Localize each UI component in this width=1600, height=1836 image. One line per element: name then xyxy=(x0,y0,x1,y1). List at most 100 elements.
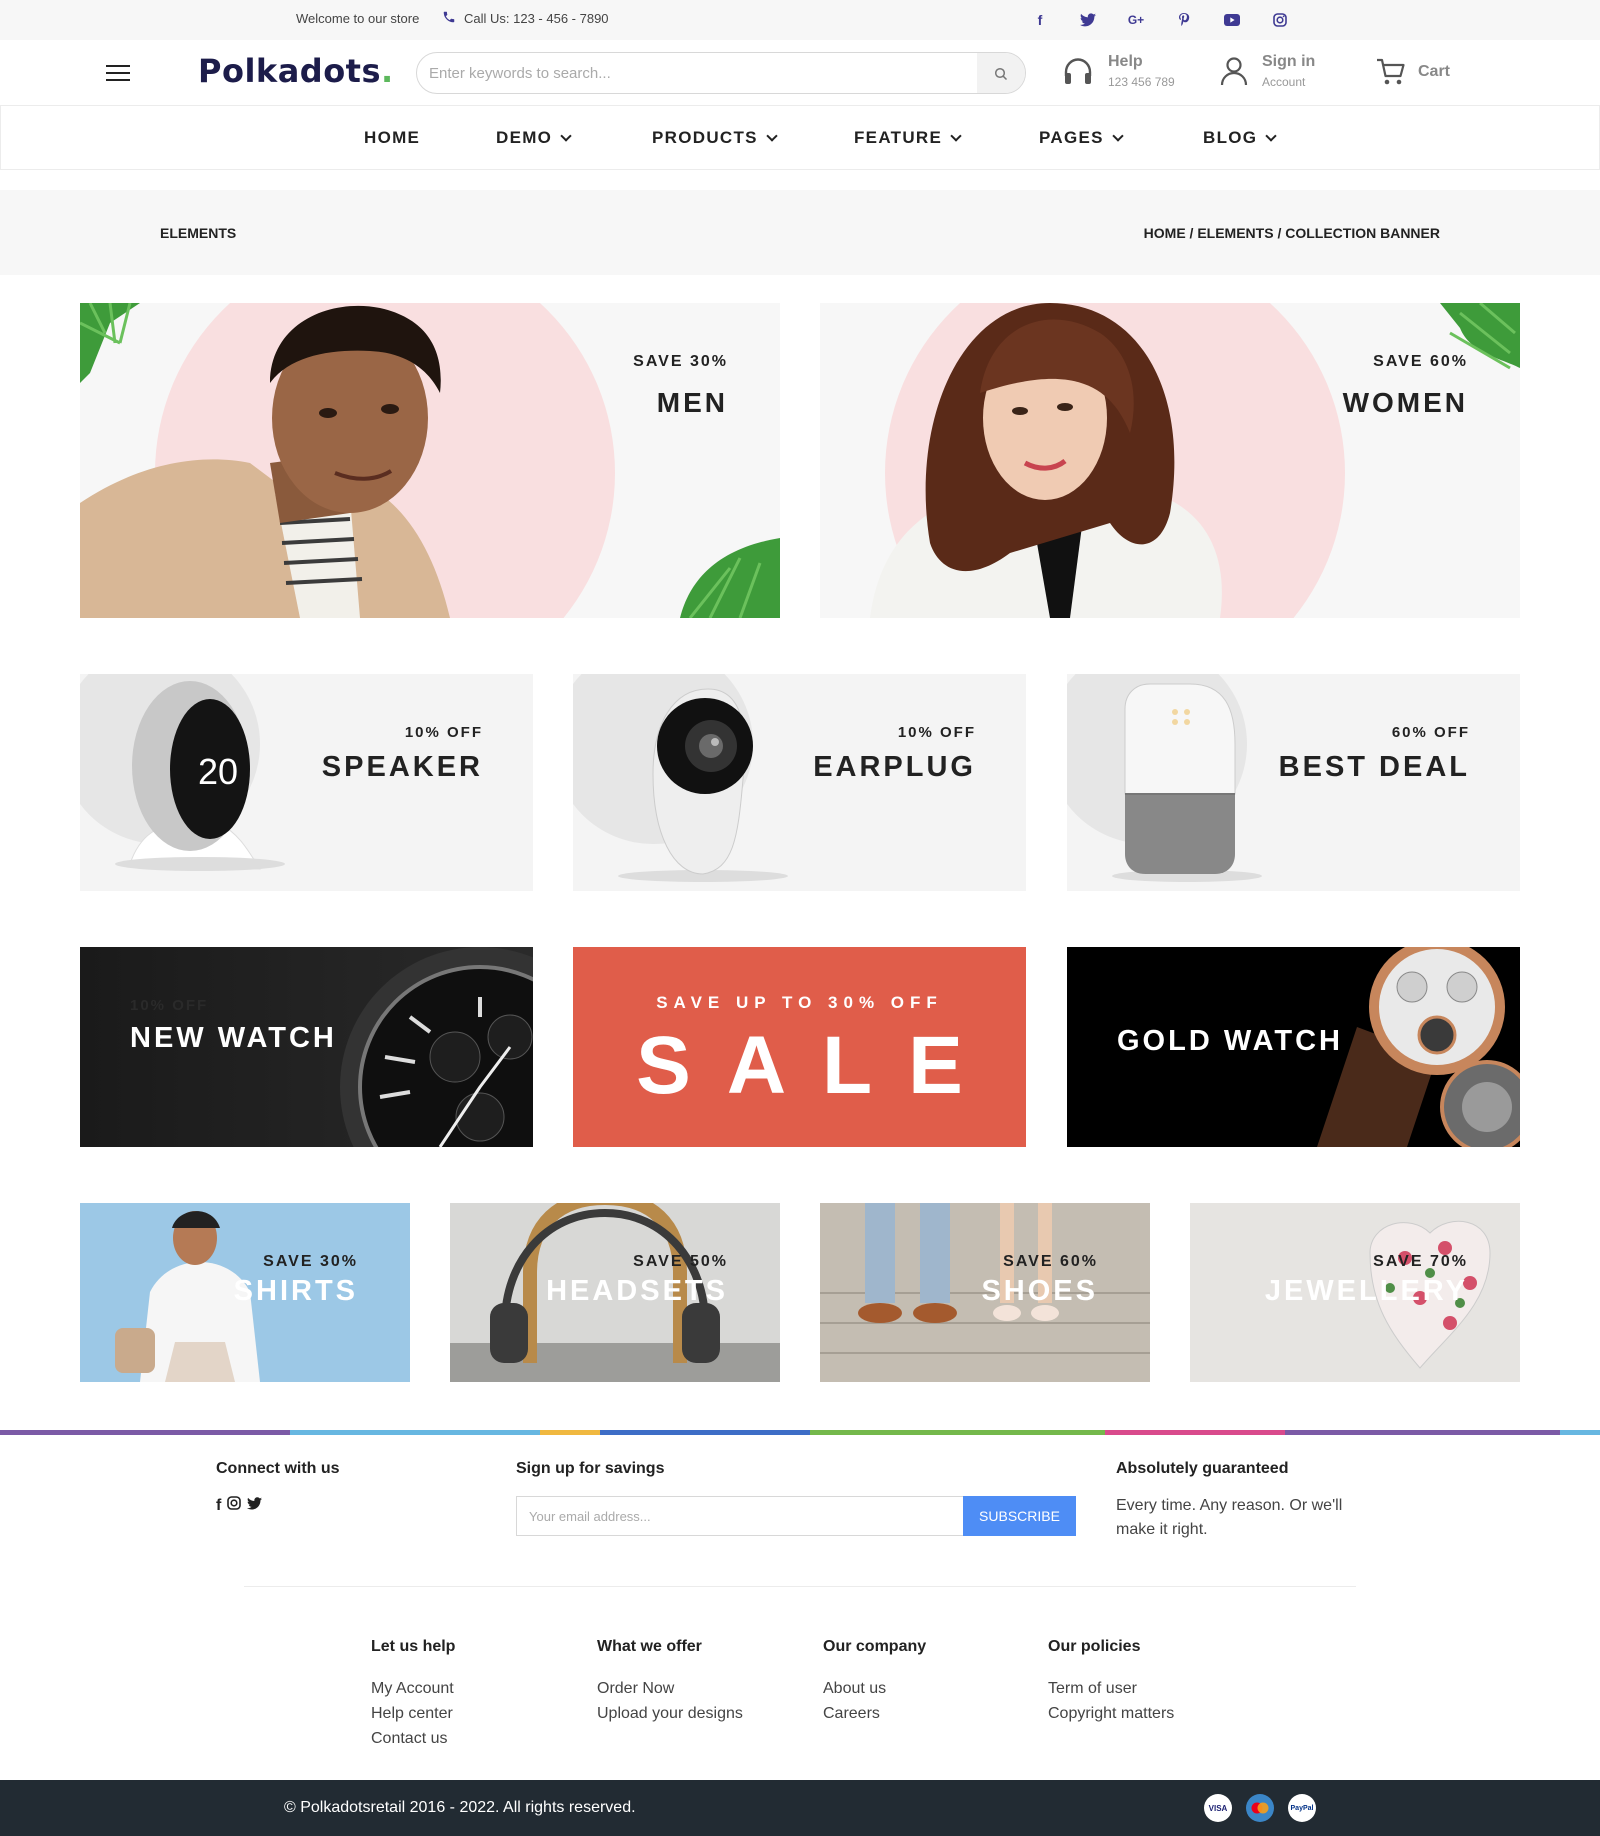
svg-text:20: 20 xyxy=(198,751,238,792)
footer-link[interactable]: Copyright matters xyxy=(1048,1701,1174,1726)
footer-link[interactable]: My Account xyxy=(371,1676,455,1701)
footer-divider xyxy=(244,1586,1356,1587)
nav-blog-label: BLOG xyxy=(1203,128,1258,147)
banner-sale[interactable]: SAVE UP TO 30% OFF SALE xyxy=(573,947,1026,1147)
instagram-icon[interactable] xyxy=(227,1496,242,1515)
footer-guarantee-title: Absolutely guaranteed xyxy=(1116,1460,1289,1477)
footer-col-policies: Our policies Term of user Copyright matt… xyxy=(1048,1638,1174,1726)
nav-home-label: HOME xyxy=(364,128,421,147)
banner-shoes-title: SHOES xyxy=(981,1275,1098,1307)
top-bar: Welcome to our store Call Us: 123 - 456 … xyxy=(0,0,1600,40)
footer-col-title: What we offer xyxy=(597,1638,702,1655)
logo-dot: . xyxy=(381,52,394,90)
footer-signup: Sign up for savings Your email address..… xyxy=(516,1460,1076,1536)
banner-shirts-save: SAVE 30% xyxy=(263,1253,358,1270)
footer-connect-title: Connect with us xyxy=(216,1460,340,1477)
chevron-down-icon xyxy=(766,130,778,142)
instagram-icon[interactable] xyxy=(1270,10,1290,30)
banner-new-watch[interactable]: 10% OFF NEW WATCH xyxy=(80,947,533,1147)
search-button[interactable] xyxy=(977,53,1025,93)
nav-home[interactable]: HOME xyxy=(364,128,420,148)
nav-feature[interactable]: FEATURE xyxy=(854,128,962,148)
help-phone: 123 456 789 xyxy=(1108,75,1175,89)
footer-col-title: Our policies xyxy=(1048,1638,1141,1655)
menu-icon[interactable] xyxy=(106,64,130,87)
twitter-icon[interactable] xyxy=(247,1496,263,1515)
help-title: Help xyxy=(1108,53,1143,70)
twitter-icon[interactable] xyxy=(1078,10,1098,30)
copyright: © Polkadotsretail 2016 - 2022. All right… xyxy=(284,1799,636,1816)
logo-text: Polkadots xyxy=(198,52,382,90)
footer-color-stripe xyxy=(0,1430,1600,1435)
breadcrumb-bar: ELEMENTS HOME / ELEMENTS / COLLECTION BA… xyxy=(0,190,1600,275)
phone-text: Call Us: 123 - 456 - 7890 xyxy=(464,11,609,26)
nav-blog[interactable]: BLOG xyxy=(1203,128,1277,148)
chevron-down-icon xyxy=(1112,130,1124,142)
footer-col-company: Our company About us Careers xyxy=(823,1638,926,1726)
headphones-icon xyxy=(1064,58,1092,84)
footer-link[interactable]: Upload your designs xyxy=(597,1701,743,1726)
signin-sub: Account xyxy=(1262,75,1306,89)
banner-best-deal[interactable]: 60% OFF BEST DEAL xyxy=(1067,674,1520,891)
nav-pages[interactable]: PAGES xyxy=(1039,128,1124,148)
banner-jewellery-title: JEWELLERY xyxy=(1264,1275,1468,1307)
banner-new-watch-save: 10% OFF xyxy=(130,997,209,1014)
search-input[interactable]: Enter keywords to search... xyxy=(429,65,611,82)
banner-jewellery[interactable]: SAVE 70% JEWELLERY xyxy=(1190,1203,1520,1382)
banner-headsets[interactable]: SAVE 50% HEADSETS xyxy=(450,1203,780,1382)
banner-women[interactable]: SAVE 60% WOMEN xyxy=(820,303,1520,618)
signin-block[interactable]: Sign in Account xyxy=(1220,53,1315,89)
banner-headsets-save: SAVE 50% xyxy=(633,1253,728,1270)
search-bar[interactable]: Enter keywords to search... xyxy=(416,52,1026,94)
pinterest-icon[interactable] xyxy=(1174,10,1194,30)
footer-link[interactable]: Careers xyxy=(823,1701,926,1726)
banner-earplug[interactable]: 10% OFF EARPLUG xyxy=(573,674,1026,891)
men-image xyxy=(80,303,780,618)
mastercard-icon xyxy=(1246,1794,1274,1822)
footer-link[interactable]: Order Now xyxy=(597,1676,743,1701)
banner-sale-title: SALE xyxy=(636,1020,999,1111)
banner-speaker[interactable]: 20 10% OFF SPEAKER xyxy=(80,674,533,891)
google-plus-icon[interactable]: G+ xyxy=(1126,10,1146,30)
banner-gold-watch[interactable]: GOLD WATCH xyxy=(1067,947,1520,1147)
banner-gold-watch-title: GOLD WATCH xyxy=(1117,1025,1343,1057)
footer-link[interactable]: Term of user xyxy=(1048,1676,1174,1701)
logo[interactable]: Polkadots. xyxy=(198,52,394,90)
banner-shoes[interactable]: SAVE 60% SHOES xyxy=(820,1203,1150,1382)
banner-speaker-save: 10% OFF xyxy=(404,724,483,741)
footer-link[interactable]: Help center xyxy=(371,1701,455,1726)
cart-block[interactable]: Cart xyxy=(1376,58,1450,86)
women-image xyxy=(870,303,1520,618)
banner-shirts[interactable]: SAVE 30% SHIRTS xyxy=(80,1203,410,1382)
nav-demo[interactable]: DEMO xyxy=(496,128,572,148)
cart-icon xyxy=(1377,58,1405,85)
facebook-icon[interactable]: f xyxy=(1030,10,1050,30)
welcome-text: Welcome to our store xyxy=(296,11,420,26)
footer-link[interactable]: Contact us xyxy=(371,1726,455,1751)
footer-bottom-bar: © Polkadotsretail 2016 - 2022. All right… xyxy=(0,1780,1600,1836)
banner-jewellery-save: SAVE 70% xyxy=(1373,1253,1468,1270)
banner-men[interactable]: SAVE 30% MEN xyxy=(80,303,780,618)
user-icon xyxy=(1220,57,1248,86)
nav-feature-label: FEATURE xyxy=(854,128,943,147)
banner-women-save: SAVE 60% xyxy=(1373,353,1468,370)
help-block[interactable]: Help 123 456 789 xyxy=(1062,53,1175,89)
footer-guarantee: Absolutely guaranteed Every time. Any re… xyxy=(1116,1460,1356,1542)
header: Polkadots. Enter keywords to search... H… xyxy=(0,40,1600,106)
footer-signup-title: Sign up for savings xyxy=(516,1460,665,1477)
nav-products[interactable]: PRODUCTS xyxy=(652,128,778,148)
email-field[interactable]: Your email address... xyxy=(516,1496,963,1536)
subscribe-button[interactable]: SUBSCRIBE xyxy=(963,1496,1076,1536)
banner-shirts-title: SHIRTS xyxy=(233,1275,358,1307)
banner-best-deal-save: 60% OFF xyxy=(1391,724,1470,741)
banner-men-title: MEN xyxy=(656,387,728,418)
banner-shoes-save: SAVE 60% xyxy=(1003,1253,1098,1270)
footer-link[interactable]: About us xyxy=(823,1676,926,1701)
breadcrumb[interactable]: HOME / ELEMENTS / COLLECTION BANNER xyxy=(1144,225,1440,241)
youtube-icon[interactable] xyxy=(1222,10,1242,30)
nav-demo-label: DEMO xyxy=(496,128,553,147)
footer-guarantee-text: Every time. Any reason. Or we'll make it… xyxy=(1116,1497,1343,1538)
facebook-icon[interactable]: f xyxy=(216,1497,221,1515)
chevron-down-icon xyxy=(950,130,962,142)
paypal-icon: PayPal xyxy=(1288,1794,1316,1822)
